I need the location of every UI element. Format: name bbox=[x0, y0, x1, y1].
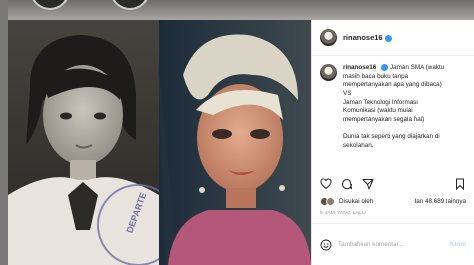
post-header: rinanose16 bbox=[312, 20, 474, 56]
background-top bbox=[0, 0, 474, 20]
instagram-post: DEPARTE rinanose16 rinanose16 Jaman SMA … bbox=[8, 20, 474, 265]
likes-count[interactable]: Ian 48.689 lainnya bbox=[415, 198, 466, 205]
username-link[interactable]: rinanose16 bbox=[343, 33, 392, 42]
comment-icon[interactable] bbox=[341, 178, 353, 190]
comment-input[interactable]: Tambahkan komentar... bbox=[338, 241, 403, 248]
smiley-icon[interactable] bbox=[320, 239, 332, 251]
post-photo[interactable]: DEPARTE bbox=[8, 20, 311, 265]
photo-collage: DEPARTE bbox=[8, 20, 311, 265]
heart-icon[interactable] bbox=[320, 178, 332, 190]
background-left bbox=[0, 0, 8, 265]
comment-submit-button[interactable]: Kirim bbox=[450, 241, 466, 248]
avatar[interactable] bbox=[320, 29, 337, 46]
likes-row: Disukai oleh Ian 48.689 lainnya bbox=[320, 197, 466, 206]
share-icon[interactable] bbox=[362, 178, 374, 190]
post-timestamp[interactable]: 5 JAM YANG LALU bbox=[320, 211, 366, 216]
bookmark-icon[interactable] bbox=[454, 178, 466, 190]
comment-box: Tambahkan komentar... Kirim bbox=[312, 223, 474, 265]
verified-badge-icon bbox=[384, 34, 392, 42]
likes-prefix: Disukai oleh bbox=[339, 198, 374, 205]
caption-avatar[interactable] bbox=[320, 64, 337, 81]
liker-avatars[interactable] bbox=[320, 197, 335, 206]
caption: rinanose16 Jaman SMA (waktu masih baca b… bbox=[320, 64, 468, 150]
post-sidebar: rinanose16 rinanose16 Jaman SMA (waktu m… bbox=[311, 20, 474, 265]
caption-username[interactable]: rinanose16 bbox=[343, 64, 376, 71]
caption-text: rinanose16 Jaman SMA (waktu masih baca b… bbox=[343, 64, 445, 149]
action-bar bbox=[320, 176, 466, 192]
verified-badge-icon bbox=[381, 64, 389, 71]
